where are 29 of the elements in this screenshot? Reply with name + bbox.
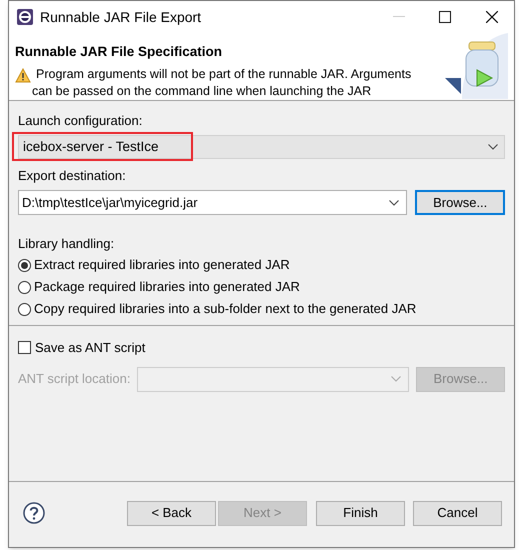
radio-button[interactable] (18, 258, 31, 272)
browse-button[interactable]: Browse... (415, 190, 505, 215)
close-icon[interactable] (486, 11, 498, 23)
radio-label[interactable]: Copy required libraries into a sub-folder next to the generated JAR (34, 301, 416, 317)
app-icon (17, 9, 33, 25)
radio-label[interactable]: Extract required libraries into generated JAR (34, 257, 290, 273)
page-title: Runnable JAR File Specification (15, 43, 222, 61)
field-label: Export destination: (18, 168, 127, 184)
wizard-button[interactable]: < Back (127, 500, 216, 526)
field-label: ANT script location: (18, 370, 132, 388)
section-label: Library handling: (18, 236, 116, 252)
checkbox[interactable] (18, 341, 31, 354)
help-icon[interactable] (23, 502, 45, 524)
window-title: Runnable JAR File Export (40, 8, 202, 27)
launch-configuration-dropdown[interactable]: icebox-server - TestIce (18, 135, 505, 159)
warning-icon (15, 68, 31, 83)
checkbox-label[interactable]: Save as ANT script (35, 338, 146, 358)
export-destination-combo[interactable]: D:\tmp\testIce\jar\myicegrid.jar (18, 190, 408, 215)
radio-label[interactable]: Package required libraries into generated JAR (34, 279, 300, 295)
radio-button[interactable] (18, 302, 31, 316)
maximize-icon[interactable] (439, 11, 451, 23)
chevron-down-icon (488, 144, 498, 150)
radio-button[interactable] (18, 280, 31, 294)
wizard-button[interactable]: Finish (316, 500, 405, 526)
warning-message: Program arguments will not be part of the runnable JAR. Arguments can be passed on the command line when launching the JAR (32, 66, 412, 100)
chevron-down-icon (391, 376, 402, 382)
wizard-button[interactable]: Cancel (413, 500, 502, 526)
chevron-down-icon (389, 200, 400, 206)
field-label: Launch configuration: (18, 113, 144, 129)
